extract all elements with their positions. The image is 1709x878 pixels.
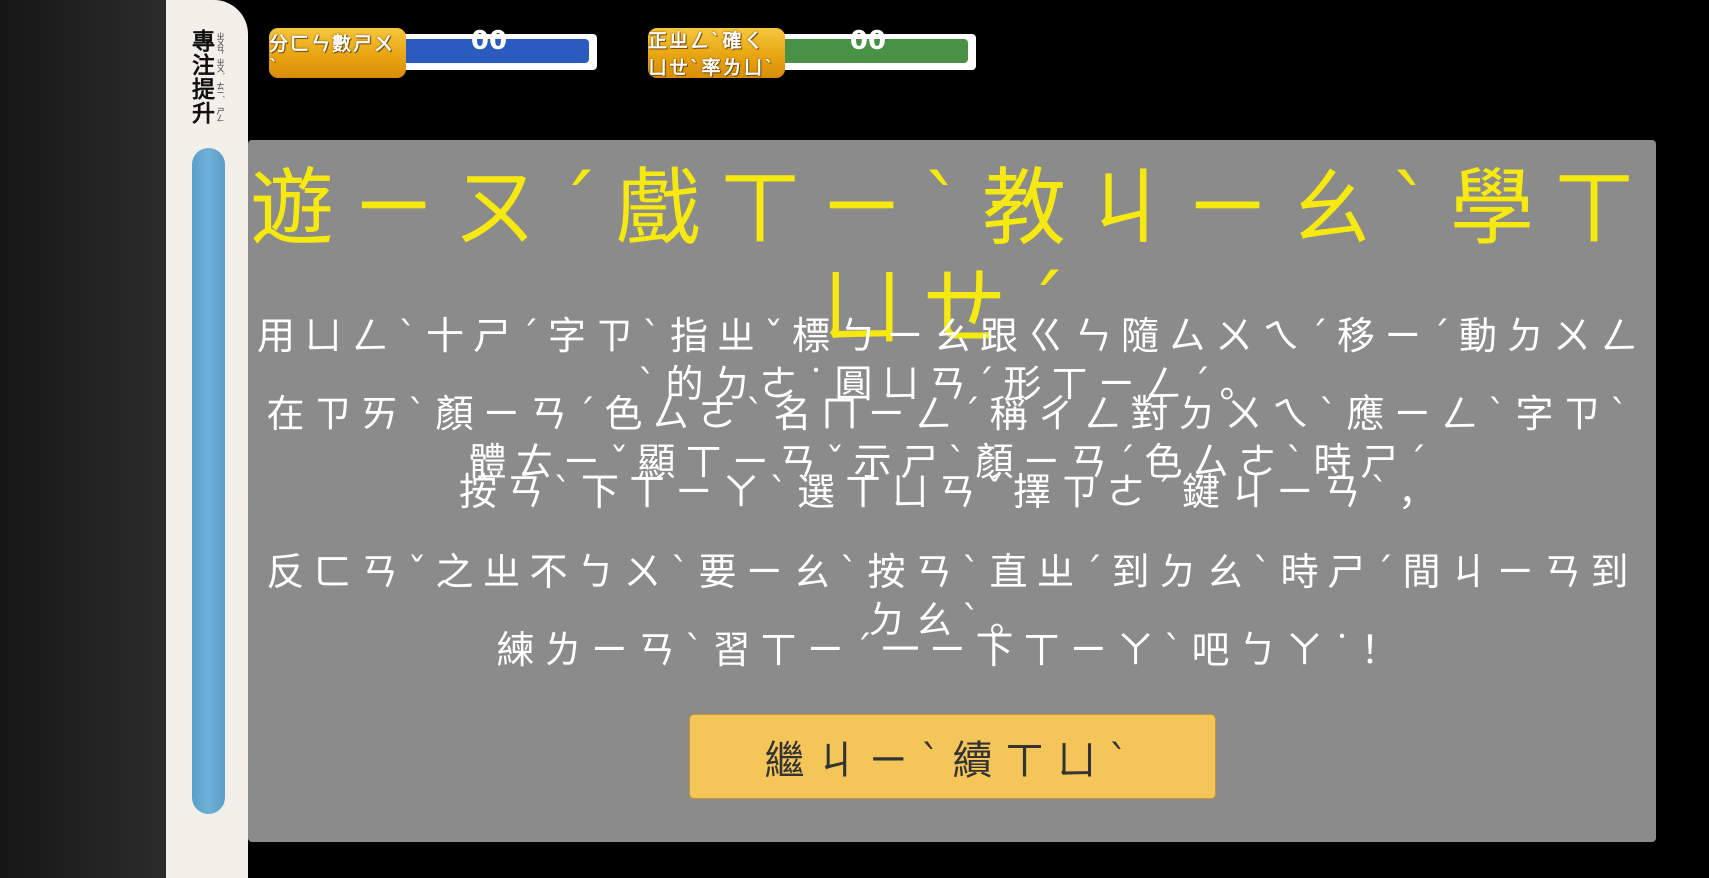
left-dark-strip	[0, 0, 166, 878]
focus-progress-bar	[192, 148, 225, 814]
score-label: 分ㄈㄣ數ㄕㄨˋ	[269, 32, 396, 78]
side-title-char: 專 ㄓㄨㄢ	[192, 29, 225, 55]
score-label-tag: 分ㄈㄣ數ㄕㄨˋ	[269, 28, 406, 78]
game-screen: 專 ㄓㄨㄢ 注 ㄓㄨˋ 提 ㄊㄧˊ 升 ㄕㄥ 00 分ㄈㄣ數ㄕㄨˋ 00 正ㄓㄥ…	[0, 0, 1709, 878]
side-title-char: 升 ㄕㄥ	[192, 101, 225, 127]
accuracy-label: 正ㄓㄥˋ確ㄑㄩㄝˋ率ㄌㄩˋ	[648, 30, 777, 79]
focus-progress-fill	[192, 148, 225, 814]
side-title-char: 提 ㄊㄧˊ	[192, 77, 225, 103]
accuracy-label-tag: 正ㄓㄥˋ確ㄑㄩㄝˋ率ㄌㄩˋ	[648, 28, 785, 79]
side-title-char: 注 ㄓㄨˋ	[192, 53, 225, 79]
instruction-line: 練ㄌㄧㄢˋ習ㄒㄧˊ一ㄧ下ㄒㄧㄚˋ吧ㄅㄚ˙！	[496, 628, 1408, 672]
accuracy-value: 00	[849, 26, 887, 56]
accuracy-box: 00	[768, 26, 976, 70]
score-value: 00	[470, 26, 508, 56]
score-box: 00	[389, 26, 597, 70]
continue-button[interactable]: 繼ㄐㄧˋ續ㄒㄩˋ	[689, 714, 1216, 799]
tutorial-dialog: 遊ㄧㄡˊ戲ㄒㄧˋ教ㄐㄧㄠˋ學ㄒㄩㄝˊ 用ㄩㄥˋ十ㄕˊ字ㄗˋ指ㄓˇ標ㄅㄧㄠ跟ㄍㄣ隨…	[248, 140, 1656, 842]
side-panel: 專 ㄓㄨㄢ 注 ㄓㄨˋ 提 ㄊㄧˊ 升 ㄕㄥ	[166, 0, 248, 878]
side-title: 專 ㄓㄨㄢ 注 ㄓㄨˋ 提 ㄊㄧˊ 升 ㄕㄥ	[192, 29, 225, 127]
instruction-line: 按ㄢˋ下ㄒㄧㄚˋ選ㄒㄩㄢˇ擇ㄗㄜˊ鍵ㄐㄧㄢˋ，	[458, 470, 1445, 514]
